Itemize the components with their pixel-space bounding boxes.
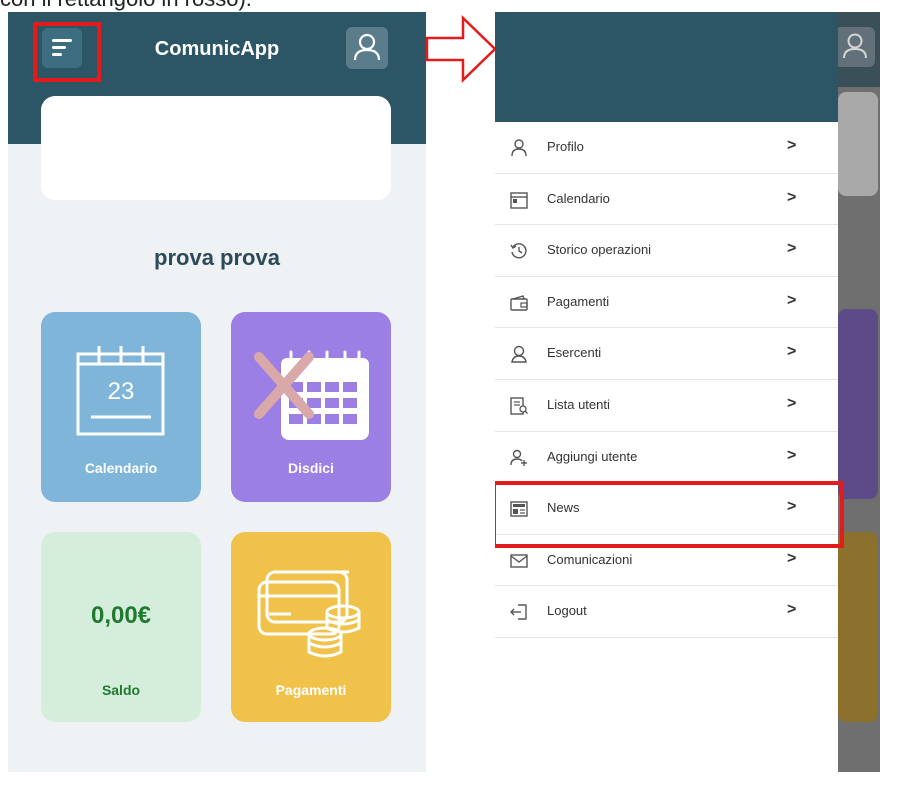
dimmed-tile bbox=[838, 532, 878, 722]
calendar-day-number: 23 bbox=[107, 378, 135, 405]
dimmed-card bbox=[838, 92, 878, 196]
add-user-icon bbox=[510, 449, 527, 466]
drawer-item-pagamenti[interactable]: Pagamenti > bbox=[495, 277, 838, 329]
chevron-right-icon: > bbox=[787, 446, 797, 464]
saldo-tile-label: Saldo bbox=[101, 682, 141, 698]
disdici-tile-label: Disdici bbox=[288, 460, 334, 476]
drawer-item-label: Storico operazioni bbox=[547, 242, 652, 258]
drawer-item-lista-utenti[interactable]: Lista utenti > bbox=[495, 380, 838, 432]
chevron-right-icon: > bbox=[787, 601, 797, 619]
drawer-item-calendario[interactable]: Calendario > bbox=[495, 174, 838, 226]
drawer-item-label: Logout bbox=[547, 603, 587, 619]
info-card bbox=[41, 96, 391, 200]
user-icon bbox=[511, 139, 527, 157]
drawer-item-label: Pagamenti bbox=[547, 293, 610, 309]
drawer-item-label: Comunicazioni bbox=[547, 551, 633, 567]
drawer-item-label: Aggiungi utente bbox=[547, 448, 638, 464]
pagamenti-tile-label: Pagamenti bbox=[275, 682, 347, 698]
drawer-item-label: Lista utenti bbox=[547, 396, 610, 412]
instruction-caption: con il rettangolo in rosso). bbox=[0, 0, 252, 12]
navigation-drawer: Profilo > Calendario > Storico operazion… bbox=[495, 12, 844, 772]
chevron-right-icon: > bbox=[787, 343, 797, 361]
drawer-header bbox=[495, 12, 838, 122]
pagamenti-tile[interactable]: Pagamenti bbox=[231, 532, 391, 722]
arrow-right-icon bbox=[425, 15, 497, 83]
drawer-item-label: Esercenti bbox=[547, 345, 602, 361]
logout-icon bbox=[510, 604, 527, 621]
merchant-icon bbox=[511, 346, 527, 364]
wallet-icon bbox=[510, 294, 528, 311]
chevron-right-icon: > bbox=[787, 188, 797, 206]
calendar-icon bbox=[510, 191, 528, 209]
drawer-item-esercenti[interactable]: Esercenti > bbox=[495, 328, 838, 380]
drawer-item-logout[interactable]: Logout > bbox=[495, 586, 838, 638]
drawer-screen: Profilo > Calendario > Storico operazion… bbox=[495, 12, 880, 772]
mail-icon bbox=[510, 554, 528, 568]
calendar-tile[interactable]: 23 Calendario bbox=[41, 312, 201, 502]
chevron-right-icon: > bbox=[787, 549, 797, 567]
chevron-right-icon: > bbox=[787, 291, 797, 309]
history-icon bbox=[510, 243, 527, 259]
saldo-tile[interactable]: 0,00€ Saldo bbox=[41, 532, 201, 722]
chevron-right-icon: > bbox=[787, 137, 797, 154]
user-icon bbox=[353, 33, 381, 61]
user-list-icon bbox=[510, 397, 528, 415]
news-highlight-box bbox=[495, 481, 844, 548]
profile-button[interactable] bbox=[346, 27, 388, 69]
saldo-amount: 0,00€ bbox=[90, 602, 152, 629]
home-screen: ComunicApp prova prova 23 Calendario Dis… bbox=[8, 12, 426, 772]
dimmed-tile bbox=[838, 309, 878, 499]
drawer-item-label: Calendario bbox=[547, 190, 610, 206]
menu-highlight-box bbox=[33, 22, 101, 82]
drawer-menu-list: Profilo > Calendario > Storico operazion… bbox=[495, 122, 838, 638]
disdici-tile[interactable]: Disdici bbox=[231, 312, 391, 502]
calendar-tile-label: Calendario bbox=[84, 460, 158, 476]
chevron-right-icon: > bbox=[787, 240, 797, 258]
drawer-item-label: Profilo bbox=[547, 139, 584, 154]
user-icon bbox=[843, 33, 867, 59]
chevron-right-icon: > bbox=[787, 394, 797, 412]
drawer-item-profilo[interactable]: Profilo > bbox=[495, 122, 838, 174]
dimmed-profile-button bbox=[835, 27, 875, 67]
drawer-item-aggiungi-utente[interactable]: Aggiungi utente > bbox=[495, 432, 838, 484]
drawer-item-storico-operazioni[interactable]: Storico operazioni > bbox=[495, 225, 838, 277]
user-name: prova prova bbox=[154, 245, 280, 270]
